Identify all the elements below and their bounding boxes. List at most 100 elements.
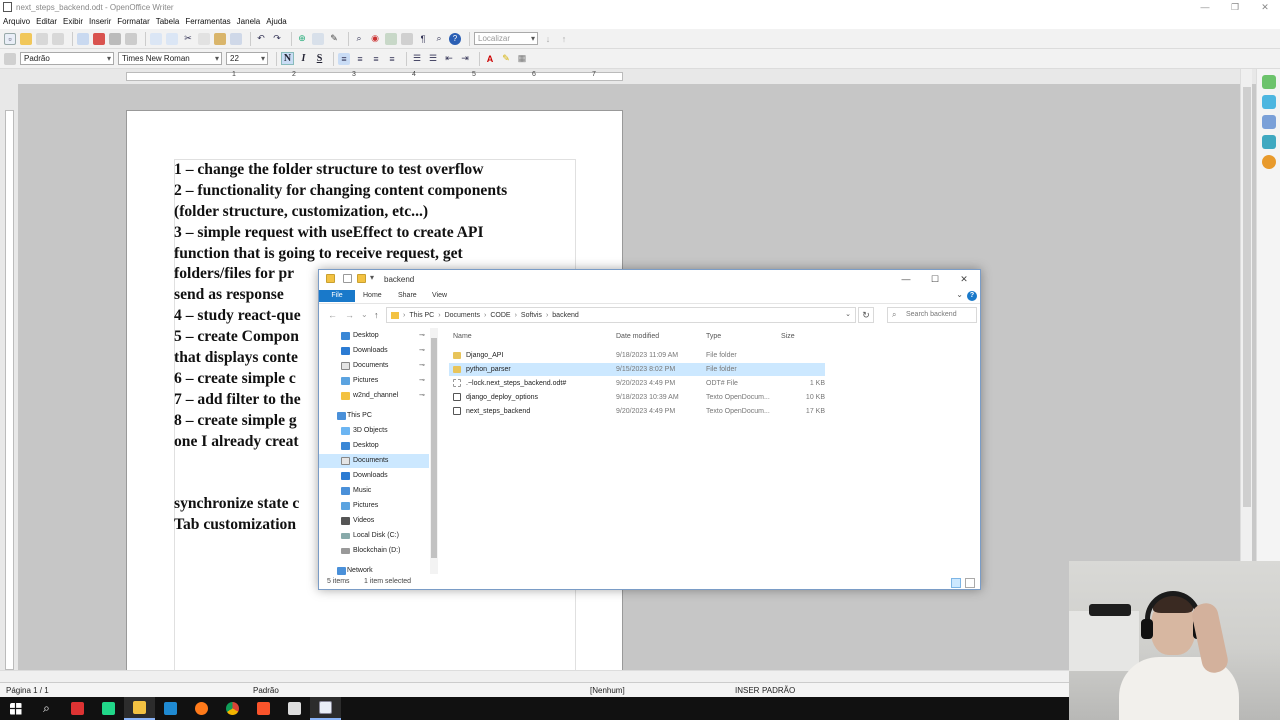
explorer-maximize-button[interactable]: ☐ [921,272,949,286]
breadcrumb-code[interactable]: CODE [490,312,510,319]
font-name-select[interactable]: Times New Roman [118,52,222,65]
nav-item-pictures[interactable]: Pictures ⊸ [319,374,429,388]
align-right-icon[interactable]: ≡ [370,53,382,65]
decrease-indent-icon[interactable]: ⇤ [443,53,455,65]
redo-icon[interactable]: ↷ [271,33,283,45]
nav-item-network[interactable]: Network [319,564,429,576]
scrollbar-thumb[interactable] [431,338,437,558]
column-date-modified[interactable]: Date modified [616,333,659,340]
taskbar-openoffice-writer[interactable] [310,697,341,720]
menu-editar[interactable]: Editar [36,17,57,26]
selection-mode-indicator[interactable]: PADRÃO [762,686,795,695]
navigation-pane-scrollbar[interactable] [430,328,438,574]
file-explorer-window[interactable]: ▾ backend — ☐ ✕ File Home Share View ⌄ ?… [318,269,981,590]
taskbar-pycharm[interactable] [93,697,124,720]
search-input[interactable]: ⌕ Search backend [887,307,977,323]
paste-icon[interactable] [214,32,226,45]
save-icon[interactable] [36,32,48,45]
menu-arquivo[interactable]: Arquivo [3,17,30,26]
menu-tabela[interactable]: Tabela [156,17,180,26]
font-size-select[interactable]: 22 [226,52,268,65]
start-button[interactable] [0,697,31,720]
search-button[interactable]: ⌕ [31,697,62,720]
maximize-button[interactable]: ❐ [1220,0,1250,14]
edit-mode-icon[interactable] [77,32,89,45]
taskbar-vscode[interactable] [155,697,186,720]
horizontal-scrollbar[interactable] [0,670,1240,682]
nav-item-desktop-pc[interactable]: Desktop [319,439,429,453]
properties-icon[interactable] [1261,75,1276,89]
file-row[interactable]: Django_API 9/18/2023 11:09 AM File folde… [449,349,825,362]
scrollbar-thumb[interactable] [1243,87,1251,507]
nav-item-documents[interactable]: Documents ⊸ [319,359,429,373]
address-dropdown-icon[interactable]: ⌄ [845,310,851,318]
vertical-ruler[interactable] [0,84,18,670]
minimize-button[interactable]: — [1190,0,1220,14]
taskbar-file-explorer[interactable] [124,697,155,720]
underline-button[interactable]: S [313,52,326,65]
align-center-icon[interactable]: ≡ [354,53,366,65]
breadcrumb-softvis[interactable]: Softvis [521,312,542,319]
find-down-arrow-icon[interactable]: ↓ [542,33,554,45]
copy-icon[interactable] [198,32,210,45]
ribbon-tab-share[interactable]: Share [398,290,417,302]
column-name[interactable]: Name [453,333,472,340]
nav-item-blockchain-drive[interactable]: Blockchain (D:) [319,544,429,558]
nav-item-pictures-pc[interactable]: Pictures [319,499,429,513]
paragraph-style-select[interactable]: Padrão [20,52,114,65]
cut-icon[interactable]: ✂ [182,33,194,45]
italic-button[interactable]: I [297,52,310,65]
navigation-pane[interactable]: Desktop ⊸ Downloads ⊸ Documents ⊸ Pictur… [319,328,439,576]
file-row-selected[interactable]: python_parser 9/15/2023 8:02 PM File fol… [449,363,825,376]
help-icon[interactable]: ? [449,32,461,45]
close-button[interactable]: ✕ [1250,0,1280,14]
back-arrow-icon[interactable]: ← [328,310,337,320]
nav-item-videos[interactable]: Videos [319,514,429,528]
gallery-sidebar-icon[interactable] [1261,115,1276,129]
undo-icon[interactable]: ↶ [255,33,267,45]
file-row[interactable]: next_steps_backend 9/20/2023 4:49 PM Tex… [449,405,825,418]
find-replace-icon[interactable]: ⌕ [353,33,365,45]
print-icon[interactable] [109,32,121,45]
autospellcheck-icon[interactable] [166,32,178,45]
open-folder-icon[interactable] [20,32,32,45]
large-icons-view-icon[interactable] [965,578,975,588]
refresh-button[interactable]: ↻ [858,307,874,323]
nav-item-local-disk[interactable]: Local Disk (C:) [319,529,429,543]
menu-ferramentas[interactable]: Ferramentas [185,17,230,26]
page-style-indicator[interactable]: Padrão [253,686,279,695]
spellcheck-icon[interactable] [150,32,162,45]
bullets-icon[interactable]: ☰ [427,53,439,65]
menu-formatar[interactable]: Formatar [117,17,149,26]
properties-check-icon[interactable] [343,274,352,283]
column-type[interactable]: Type [706,333,721,340]
nav-item-downloads-pc[interactable]: Downloads [319,469,429,483]
increase-indent-icon[interactable]: ⇥ [459,53,471,65]
quick-access-dropdown-icon[interactable]: ▾ [370,273,374,282]
ribbon-tab-view[interactable]: View [432,290,447,302]
navigator-sidebar-icon[interactable] [1261,135,1276,149]
recent-locations-icon[interactable]: ⌄ [361,310,368,319]
menu-janela[interactable]: Janela [237,17,261,26]
formatting-marks-icon[interactable]: ¶ [417,33,429,45]
explorer-close-button[interactable]: ✕ [950,272,978,286]
nav-item-documents-pc[interactable]: Documents [319,454,429,468]
compass-icon[interactable] [1261,155,1276,169]
find-input[interactable]: Localizar [474,32,538,45]
file-list[interactable]: Name Date modified Type Size Django_API … [447,328,977,576]
file-row[interactable]: django_deploy_options 9/18/2023 10:39 AM… [449,391,825,404]
forward-arrow-icon[interactable]: → [345,310,354,320]
nav-item-downloads[interactable]: Downloads ⊸ [319,344,429,358]
show-draw-functions-icon[interactable]: ✎ [328,33,340,45]
ribbon-tab-file[interactable]: File [319,290,355,302]
font-color-icon[interactable]: A [484,53,496,65]
breadcrumb-this-pc[interactable]: This PC [409,312,434,319]
datasources-icon[interactable] [401,32,413,45]
nav-item-w2nd-channel[interactable]: w2nd_channel ⊸ [319,389,429,403]
format-paintbrush-icon[interactable] [230,32,242,45]
background-color-icon[interactable]: ▦ [516,53,528,65]
zoom-icon[interactable]: ⌕ [433,33,445,45]
bold-button[interactable]: N [281,52,294,65]
print-preview-icon[interactable] [125,32,137,45]
horizontal-ruler[interactable]: 1 2 3 4 5 6 7 [0,69,1280,84]
